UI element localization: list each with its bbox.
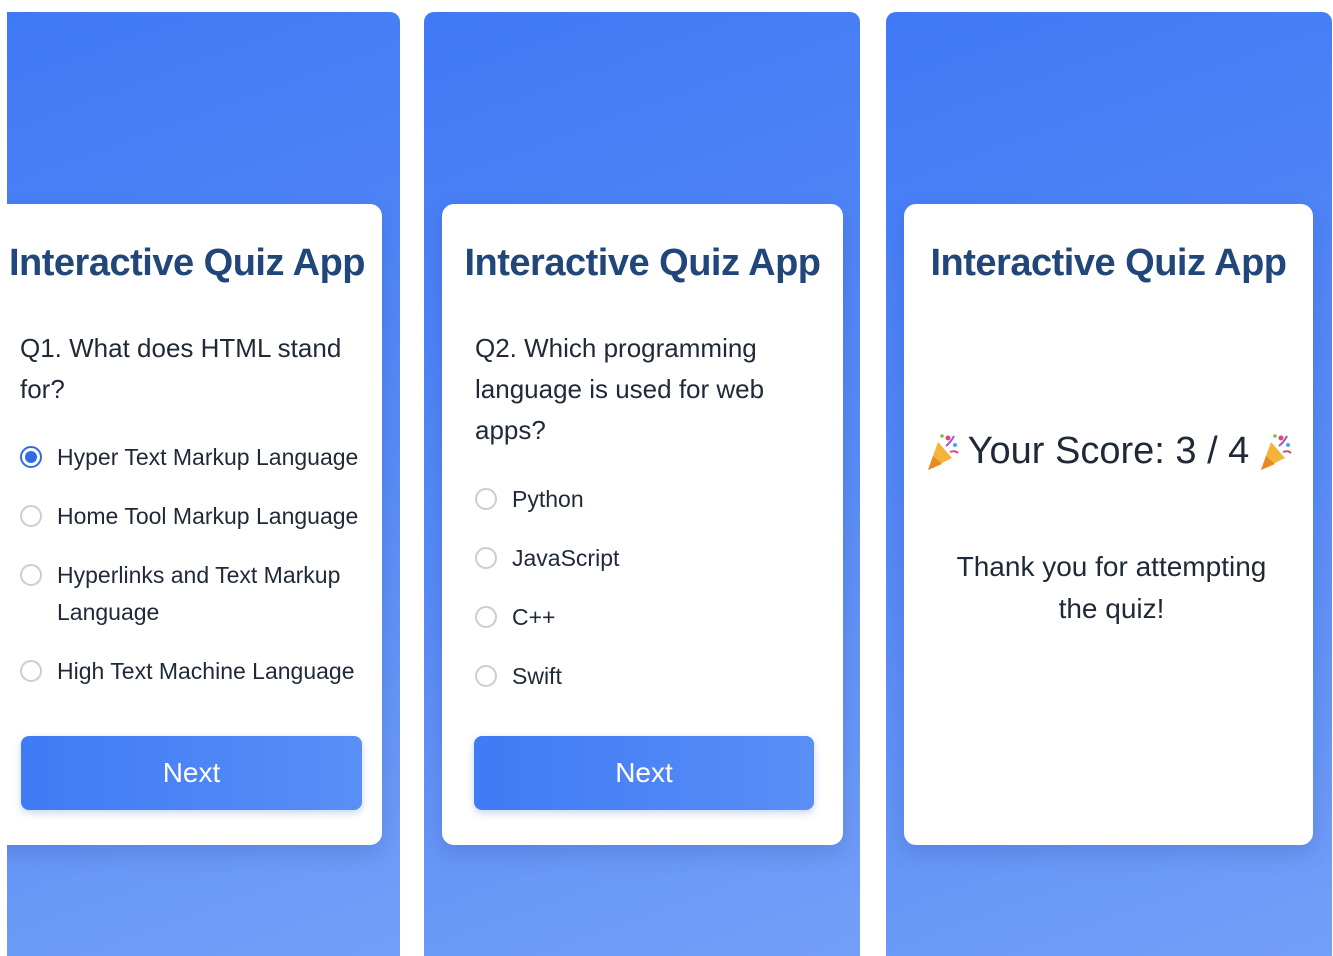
app-title: Interactive Quiz App — [9, 242, 366, 284]
answer-option-label: Hyper Text Markup Language — [57, 444, 359, 470]
answer-option[interactable]: C++ — [475, 599, 823, 636]
question-text: Q2. Which programming language is used f… — [475, 333, 765, 445]
quiz-screen-question-2: Interactive Quiz App Q2. Which programmi… — [424, 12, 860, 956]
screenshot-stage: Interactive Quiz App Q1. What does HTML … — [0, 0, 1333, 956]
quiz-card: Interactive Quiz App Q2. Which programmi… — [442, 204, 843, 845]
next-button[interactable]: Next — [474, 736, 814, 810]
answer-option-label: High Text Machine Language — [57, 658, 355, 684]
answer-option-label: JavaScript — [512, 545, 620, 571]
answer-option[interactable]: Home Tool Markup Language — [20, 498, 362, 535]
app-title: Interactive Quiz App — [464, 242, 822, 284]
answer-option-label: Hyperlinks and Text Markup Language — [57, 562, 341, 625]
radio-button[interactable] — [475, 547, 497, 569]
radio-button-selected[interactable] — [20, 446, 42, 468]
radio-button[interactable] — [20, 660, 42, 682]
question-text: Q1. What does HTML stand for? — [20, 333, 342, 404]
answer-option[interactable]: Python — [475, 481, 823, 518]
thank-you-message: Thank you for attempting the quiz! — [956, 551, 1267, 624]
answer-option-label: Swift — [512, 663, 562, 689]
score-line: Your Score: 3 / 4 — [904, 430, 1313, 473]
answer-option[interactable]: Hyperlinks and Text Markup Language — [20, 557, 362, 631]
quiz-card: Interactive Quiz App Q1. What does HTML … — [7, 204, 382, 845]
radio-button[interactable] — [20, 564, 42, 586]
quiz-screen-question-1: Interactive Quiz App Q1. What does HTML … — [7, 12, 400, 956]
party-popper-icon — [1261, 433, 1293, 470]
next-button[interactable]: Next — [21, 736, 362, 810]
answer-options: Hyper Text Markup Language Home Tool Mar… — [20, 439, 362, 712]
quiz-screen-result: Interactive Quiz App Your Score: 3 / 4 T… — [886, 12, 1332, 956]
answer-option[interactable]: High Text Machine Language — [20, 653, 362, 690]
radio-button[interactable] — [475, 665, 497, 687]
radio-button[interactable] — [20, 505, 42, 527]
answer-option[interactable]: Hyper Text Markup Language — [20, 439, 362, 476]
radio-button[interactable] — [475, 606, 497, 628]
answer-option-label: Home Tool Markup Language — [57, 503, 359, 529]
party-popper-icon — [927, 433, 959, 470]
answer-option-label: Python — [512, 486, 584, 512]
result-card: Interactive Quiz App Your Score: 3 / 4 T… — [904, 204, 1313, 845]
answer-option[interactable]: Swift — [475, 658, 823, 695]
app-title: Interactive Quiz App — [930, 242, 1288, 284]
answer-option[interactable]: JavaScript — [475, 540, 823, 577]
radio-button[interactable] — [475, 488, 497, 510]
answer-option-label: C++ — [512, 604, 556, 630]
answer-options: Python JavaScript C++ Swift — [475, 481, 823, 717]
score-text: Your Score: 3 / 4 — [967, 430, 1250, 472]
